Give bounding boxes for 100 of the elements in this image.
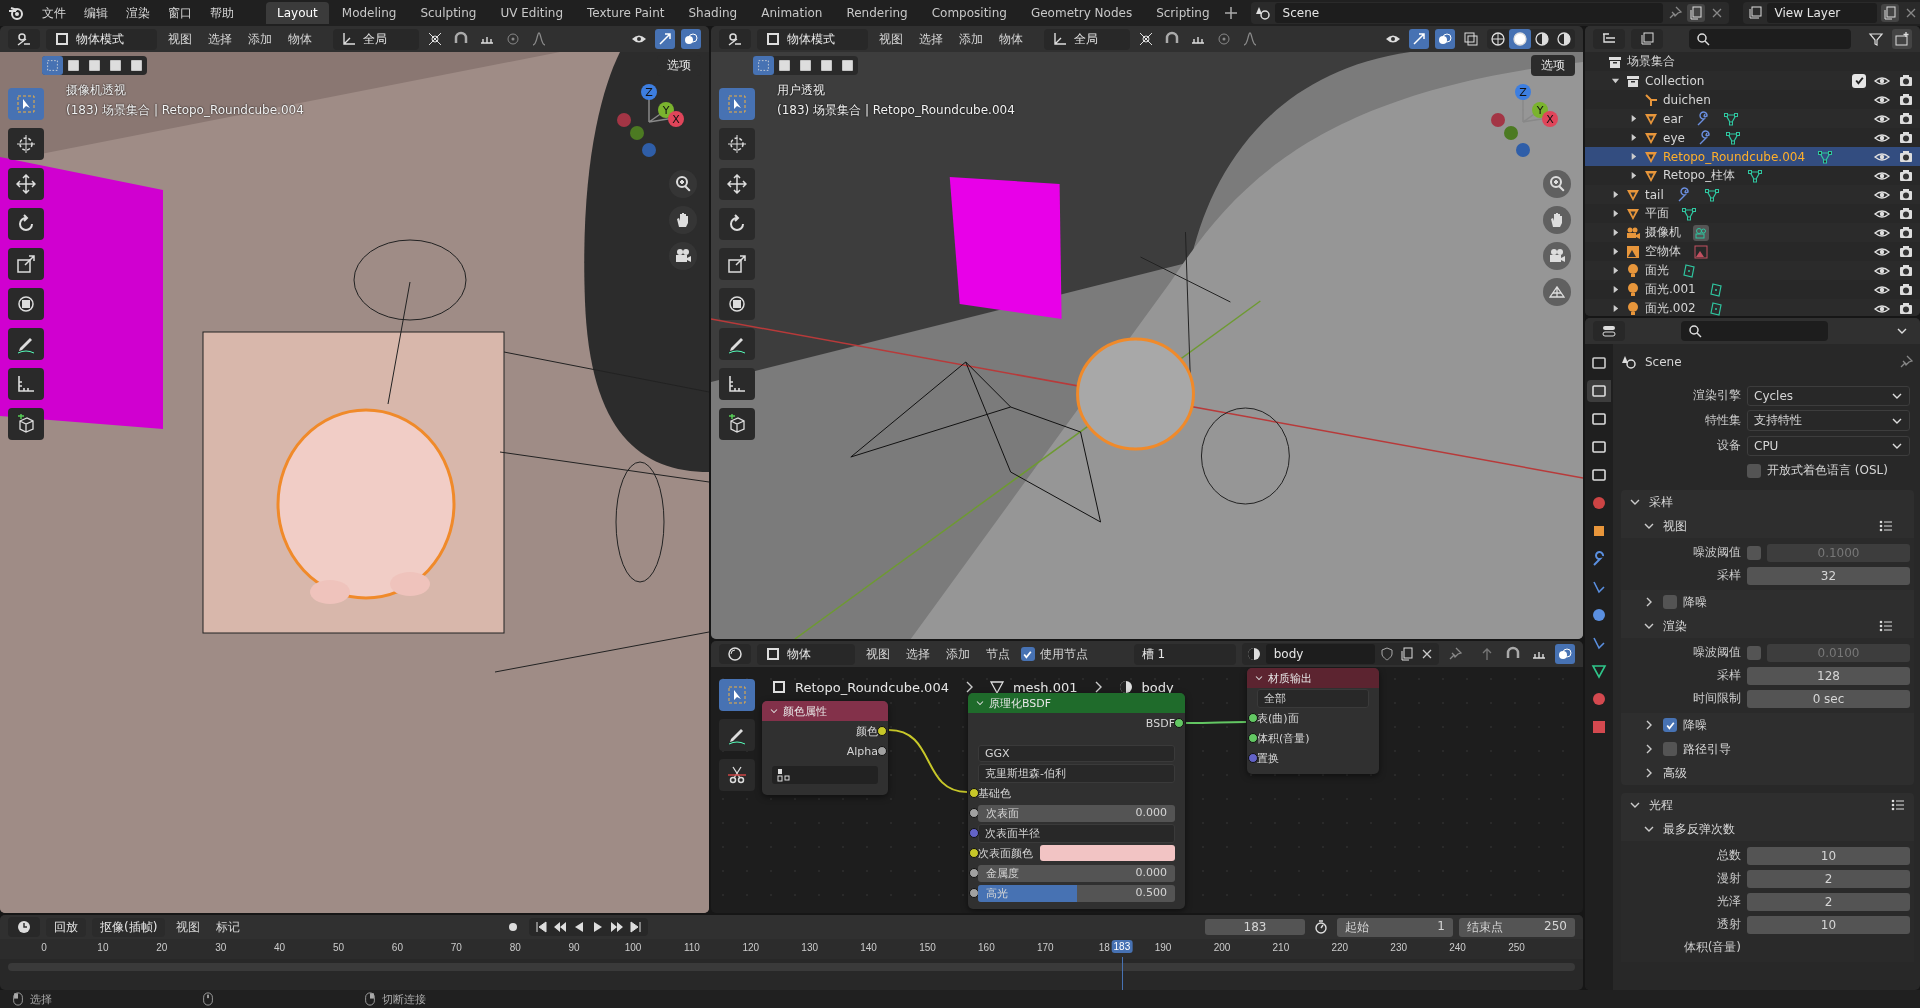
menu-item[interactable]: 窗口 (162, 4, 198, 22)
frame-number: 120 (742, 942, 760, 953)
options-dropdown[interactable]: 选项 (1531, 55, 1575, 76)
property-dropdown[interactable]: Cycles (1747, 385, 1910, 406)
workspace-tab[interactable]: Animation (750, 2, 834, 24)
subpanel-header[interactable]: 降噪 (1621, 590, 1914, 614)
menu-item[interactable]: 视图 (874, 30, 908, 48)
node-dropdown[interactable]: 次表面半径 (978, 823, 1175, 843)
menu-item[interactable]: 视图 (163, 30, 197, 48)
outliner-row[interactable]: eye (1585, 128, 1920, 147)
number-field[interactable]: 0 sec (1747, 689, 1910, 708)
mode-dropdown[interactable]: 物体模式 (46, 28, 157, 50)
use-nodes-checkbox[interactable]: 使用节点 (1020, 645, 1088, 663)
property-dropdown[interactable]: CPU (1747, 435, 1910, 456)
osl-checkbox[interactable]: 开放式着色语言 (OSL) (1747, 462, 1888, 479)
slider-field[interactable]: 高光 0.500 (978, 884, 1175, 902)
property-dropdown[interactable]: 支持特性 (1747, 410, 1910, 431)
number-field[interactable]: 10 (1747, 915, 1910, 934)
scene-field[interactable]: Scene (1274, 3, 1663, 23)
axis-gizmo[interactable]: Z Y X (1483, 80, 1563, 160)
node-title[interactable]: 原理化BSDF (968, 693, 1185, 713)
shader-node[interactable]: 原理化BSDF BSDF GGX 克里斯坦森-伯利 基础色 次表面 0.000 次表面半径 次表面颜色 金属度 0.000 高光 0.500 (968, 693, 1185, 909)
workspace-tab[interactable]: Shading (677, 2, 749, 24)
panel-header[interactable]: 采样 (1621, 490, 1914, 514)
menu-item[interactable]: 添加 (243, 30, 277, 48)
outliner-row[interactable]: 空物体 (1585, 242, 1920, 261)
menu-item[interactable]: 视图 (171, 918, 206, 936)
orientation-dropdown[interactable]: 全局 (1044, 28, 1130, 50)
subpanel-header[interactable]: 路径引导 (1621, 737, 1914, 761)
outliner-row[interactable]: 平面 (1585, 204, 1920, 223)
current-frame-field[interactable]: 183 (1205, 919, 1305, 935)
property-label: 噪波阈值 (1692, 544, 1741, 561)
outliner-row[interactable]: 面光.002 (1585, 299, 1920, 316)
node-dropdown[interactable]: GGX (978, 744, 1175, 762)
node-dropdown[interactable]: 全部 (1257, 688, 1369, 708)
outliner-row[interactable]: 场景集合 (1585, 52, 1920, 71)
menu-item[interactable]: 选择 (914, 30, 948, 48)
menu-item[interactable]: 帮助 (204, 4, 240, 22)
node-title[interactable]: 材质输出 (1247, 668, 1379, 688)
menu-item[interactable]: 选择 (900, 645, 935, 663)
outliner-row[interactable]: duichen (1585, 90, 1920, 109)
playback-dropdown[interactable]: 回放 (46, 917, 86, 937)
menu-item[interactable]: 物体 (994, 30, 1028, 48)
property-label: 噪波阈值 (1692, 644, 1741, 661)
number-field[interactable]: 128 (1747, 666, 1910, 685)
workspace-tab[interactable]: Geometry Nodes (1019, 2, 1144, 24)
object-name: 面光.002 (1645, 300, 1696, 316)
material-field[interactable]: body (1265, 644, 1375, 664)
subpanel-header[interactable]: 最多反弹次数 (1621, 817, 1914, 841)
workspace-tab[interactable]: Scripting (1145, 2, 1221, 24)
menu-item[interactable]: 选择 (203, 30, 237, 48)
object-type-dropdown[interactable]: 物体 (757, 643, 855, 665)
object-name: 面光.001 (1645, 281, 1696, 298)
node-dropdown[interactable]: 克里斯坦森-伯利 (978, 763, 1175, 783)
shader-node[interactable]: 颜色属性 颜色 Alpha (762, 701, 888, 795)
shader-node[interactable]: 材质输出 全部 表(曲)面 体积(音量) 置换 (1247, 668, 1379, 774)
keying-dropdown[interactable]: 抠像(插帧) (92, 917, 166, 937)
orientation-dropdown[interactable]: 全局 (333, 28, 419, 50)
number-field[interactable]: 2 (1747, 892, 1910, 911)
menu-item[interactable]: 添加 (940, 645, 975, 663)
number-field[interactable]: 次表面 0.000 (978, 804, 1175, 822)
outliner-row[interactable]: Retopo_柱体 (1585, 166, 1920, 185)
outliner-row[interactable]: Retopo_Roundcube.004 (1585, 147, 1920, 166)
menu-item[interactable]: 物体 (283, 30, 317, 48)
workspace-tab[interactable]: UV Editing (489, 2, 575, 24)
axis-gizmo[interactable]: Z Y X (609, 80, 689, 160)
number-field[interactable]: 2 (1747, 869, 1910, 888)
workspace-tab[interactable]: Layout (266, 2, 329, 24)
workspace-tab[interactable]: Rendering (835, 2, 919, 24)
subpanel-header[interactable]: 渲染 (1621, 614, 1914, 638)
workspace-tab[interactable]: Compositing (920, 2, 1018, 24)
subpanel-header[interactable]: 高级 (1621, 761, 1914, 785)
menu-item[interactable]: 标记 (211, 918, 246, 936)
menu-item[interactable]: 文件 (36, 4, 72, 22)
view-layer-field[interactable]: View Layer (1766, 3, 1877, 23)
number-field[interactable]: 金属度 0.000 (978, 864, 1175, 882)
object-name: 场景集合 (1627, 53, 1675, 70)
subpanel-header[interactable]: 视图 (1621, 514, 1914, 538)
slot-dropdown[interactable]: 槽 1 (1133, 643, 1236, 665)
workspace-tab[interactable]: Sculpting (409, 2, 488, 24)
menu-item[interactable]: 视图 (860, 645, 895, 663)
panel-header[interactable]: 光程 (1621, 793, 1914, 817)
workspace-tab[interactable]: Modeling (330, 2, 408, 24)
current-frame-marker[interactable]: 183 (1111, 940, 1133, 953)
menu-item[interactable]: 渲染 (120, 4, 156, 22)
frame-number: 200 (1213, 942, 1231, 953)
view-name: 摄像机透视 (66, 82, 127, 99)
frame-number: 240 (1449, 942, 1466, 953)
outliner-row[interactable]: 面光.001 (1585, 280, 1920, 299)
workspace-tab[interactable]: Texture Paint (576, 2, 676, 24)
menu-item[interactable]: 添加 (954, 30, 988, 48)
end-frame-field[interactable]: 结束点 250 (1459, 917, 1575, 937)
number-field[interactable]: 32 (1747, 566, 1910, 585)
number-field[interactable]: 10 (1747, 846, 1910, 865)
menu-item[interactable]: 节点 (980, 645, 1015, 663)
node-title[interactable]: 颜色属性 (762, 701, 888, 721)
menu-item[interactable]: 编辑 (78, 4, 114, 22)
subpanel-header[interactable]: 降噪 (1621, 713, 1914, 737)
start-frame-field[interactable]: 起始 1 (1337, 917, 1453, 937)
mode-dropdown[interactable]: 物体模式 (757, 28, 868, 50)
